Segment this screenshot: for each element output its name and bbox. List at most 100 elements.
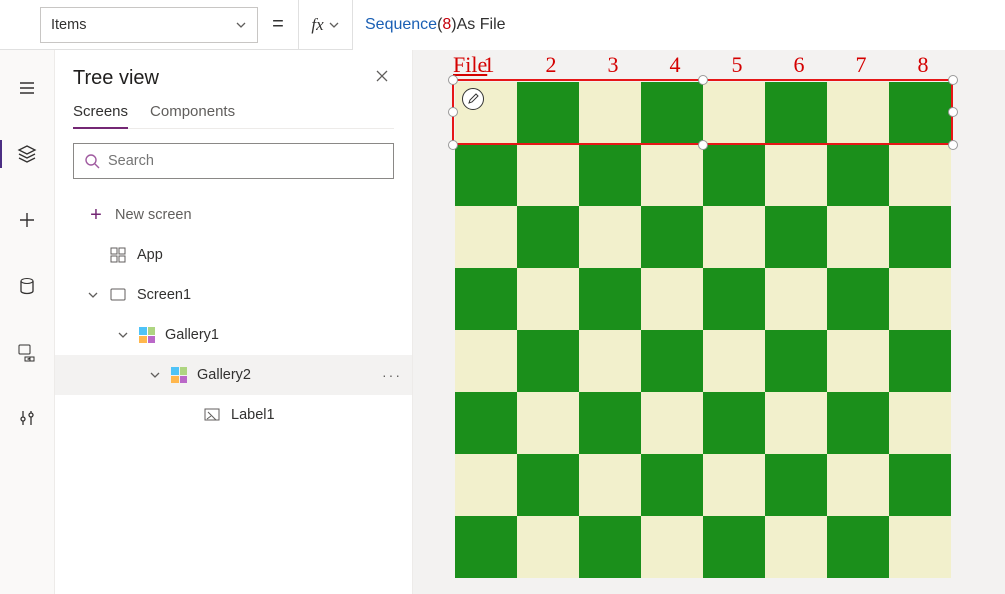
board-square [703,206,765,268]
chessboard [455,82,951,578]
tree-item-label: App [137,247,163,263]
board-square [517,454,579,516]
property-dropdown-value: Items [51,17,86,33]
close-icon [374,68,390,84]
board-square [827,454,889,516]
chevron-down-icon [149,369,161,381]
board-square [455,392,517,454]
selection-handle[interactable] [948,107,958,117]
formula-token: Sequence [365,16,437,34]
edit-template-button[interactable] [462,88,484,110]
gallery-icon [171,367,187,383]
board-square [579,392,641,454]
board-square [889,454,951,516]
board-square [703,82,765,144]
search-box[interactable] [73,143,394,179]
hamburger-icon [17,78,37,98]
board-square [889,268,951,330]
formula-input[interactable]: Sequence(8) As File [353,0,1005,50]
label-icon [203,406,221,424]
board-square [641,268,703,330]
board-square [641,516,703,578]
selection-handle[interactable] [448,140,458,150]
tree-item-label1[interactable]: Label1 [73,395,394,435]
board-square [641,206,703,268]
tree-item-app[interactable]: App [73,235,394,275]
panel-close-button[interactable] [370,64,394,93]
tree-item-gallery1[interactable]: Gallery1 [73,315,394,355]
fx-label: fx [311,15,323,35]
tree-item-label: Gallery2 [197,367,251,383]
board-square [765,330,827,392]
fx-dropdown[interactable]: fx [298,0,353,50]
new-screen-button[interactable]: + New screen [73,195,394,235]
board-square [889,516,951,578]
panel-title: Tree view [73,67,159,90]
board-square [703,330,765,392]
board-square [517,268,579,330]
left-rail [0,50,55,594]
board-square [641,82,703,144]
tree-item-label: Screen1 [137,287,191,303]
rail-data[interactable] [3,266,51,306]
tree-item-more-button[interactable]: ··· [382,367,402,383]
tab-screens[interactable]: Screens [73,103,128,128]
layers-icon [17,144,37,164]
selection-handle[interactable] [698,75,708,85]
board-square [579,454,641,516]
board-square [703,144,765,206]
rail-insert[interactable] [3,200,51,240]
chevron-down-icon [235,19,247,31]
selection-handle[interactable] [448,107,458,117]
formula-bar: Items = fx Sequence(8) As File [0,0,1005,50]
board-square [703,454,765,516]
selection-handle[interactable] [948,75,958,85]
tab-components[interactable]: Components [150,103,235,128]
board-square [455,454,517,516]
tree-item-label: Label1 [231,407,275,423]
search-icon [84,153,100,169]
board-square [455,330,517,392]
app-icon [109,246,127,264]
board-square [827,392,889,454]
tree-view-panel: Tree view Screens Components + New scree… [55,50,413,594]
board-square [765,268,827,330]
search-input[interactable] [108,153,383,169]
formula-token: As File [457,16,506,34]
property-dropdown[interactable]: Items [40,7,258,43]
board-square [827,82,889,144]
tree-item-screen1[interactable]: Screen1 [73,275,394,315]
rail-tree-view[interactable] [3,134,51,174]
rail-tools[interactable] [3,398,51,438]
board-square [579,82,641,144]
board-square [827,268,889,330]
board-square [827,206,889,268]
board-square [765,454,827,516]
board-square [579,206,641,268]
selection-handle[interactable] [948,140,958,150]
board-square [579,268,641,330]
board-square [889,82,951,144]
rail-hamburger[interactable] [3,68,51,108]
plus-icon [17,210,37,230]
pencil-icon [467,93,479,105]
board-square [579,330,641,392]
tree-item-gallery2[interactable]: Gallery2 ··· [55,355,412,395]
chevron-down-icon [117,329,129,341]
chevron-down-icon [87,289,99,301]
board-square [579,516,641,578]
selection-handle[interactable] [698,140,708,150]
board-square [827,330,889,392]
board-square [827,144,889,206]
database-icon [17,276,37,296]
screen-icon [109,286,127,304]
rail-media[interactable] [3,332,51,372]
board-square [517,82,579,144]
board-square [827,516,889,578]
board-square [517,392,579,454]
board-square [517,330,579,392]
selection-handle[interactable] [448,75,458,85]
board-square [641,144,703,206]
board-square [703,392,765,454]
board-square [455,206,517,268]
